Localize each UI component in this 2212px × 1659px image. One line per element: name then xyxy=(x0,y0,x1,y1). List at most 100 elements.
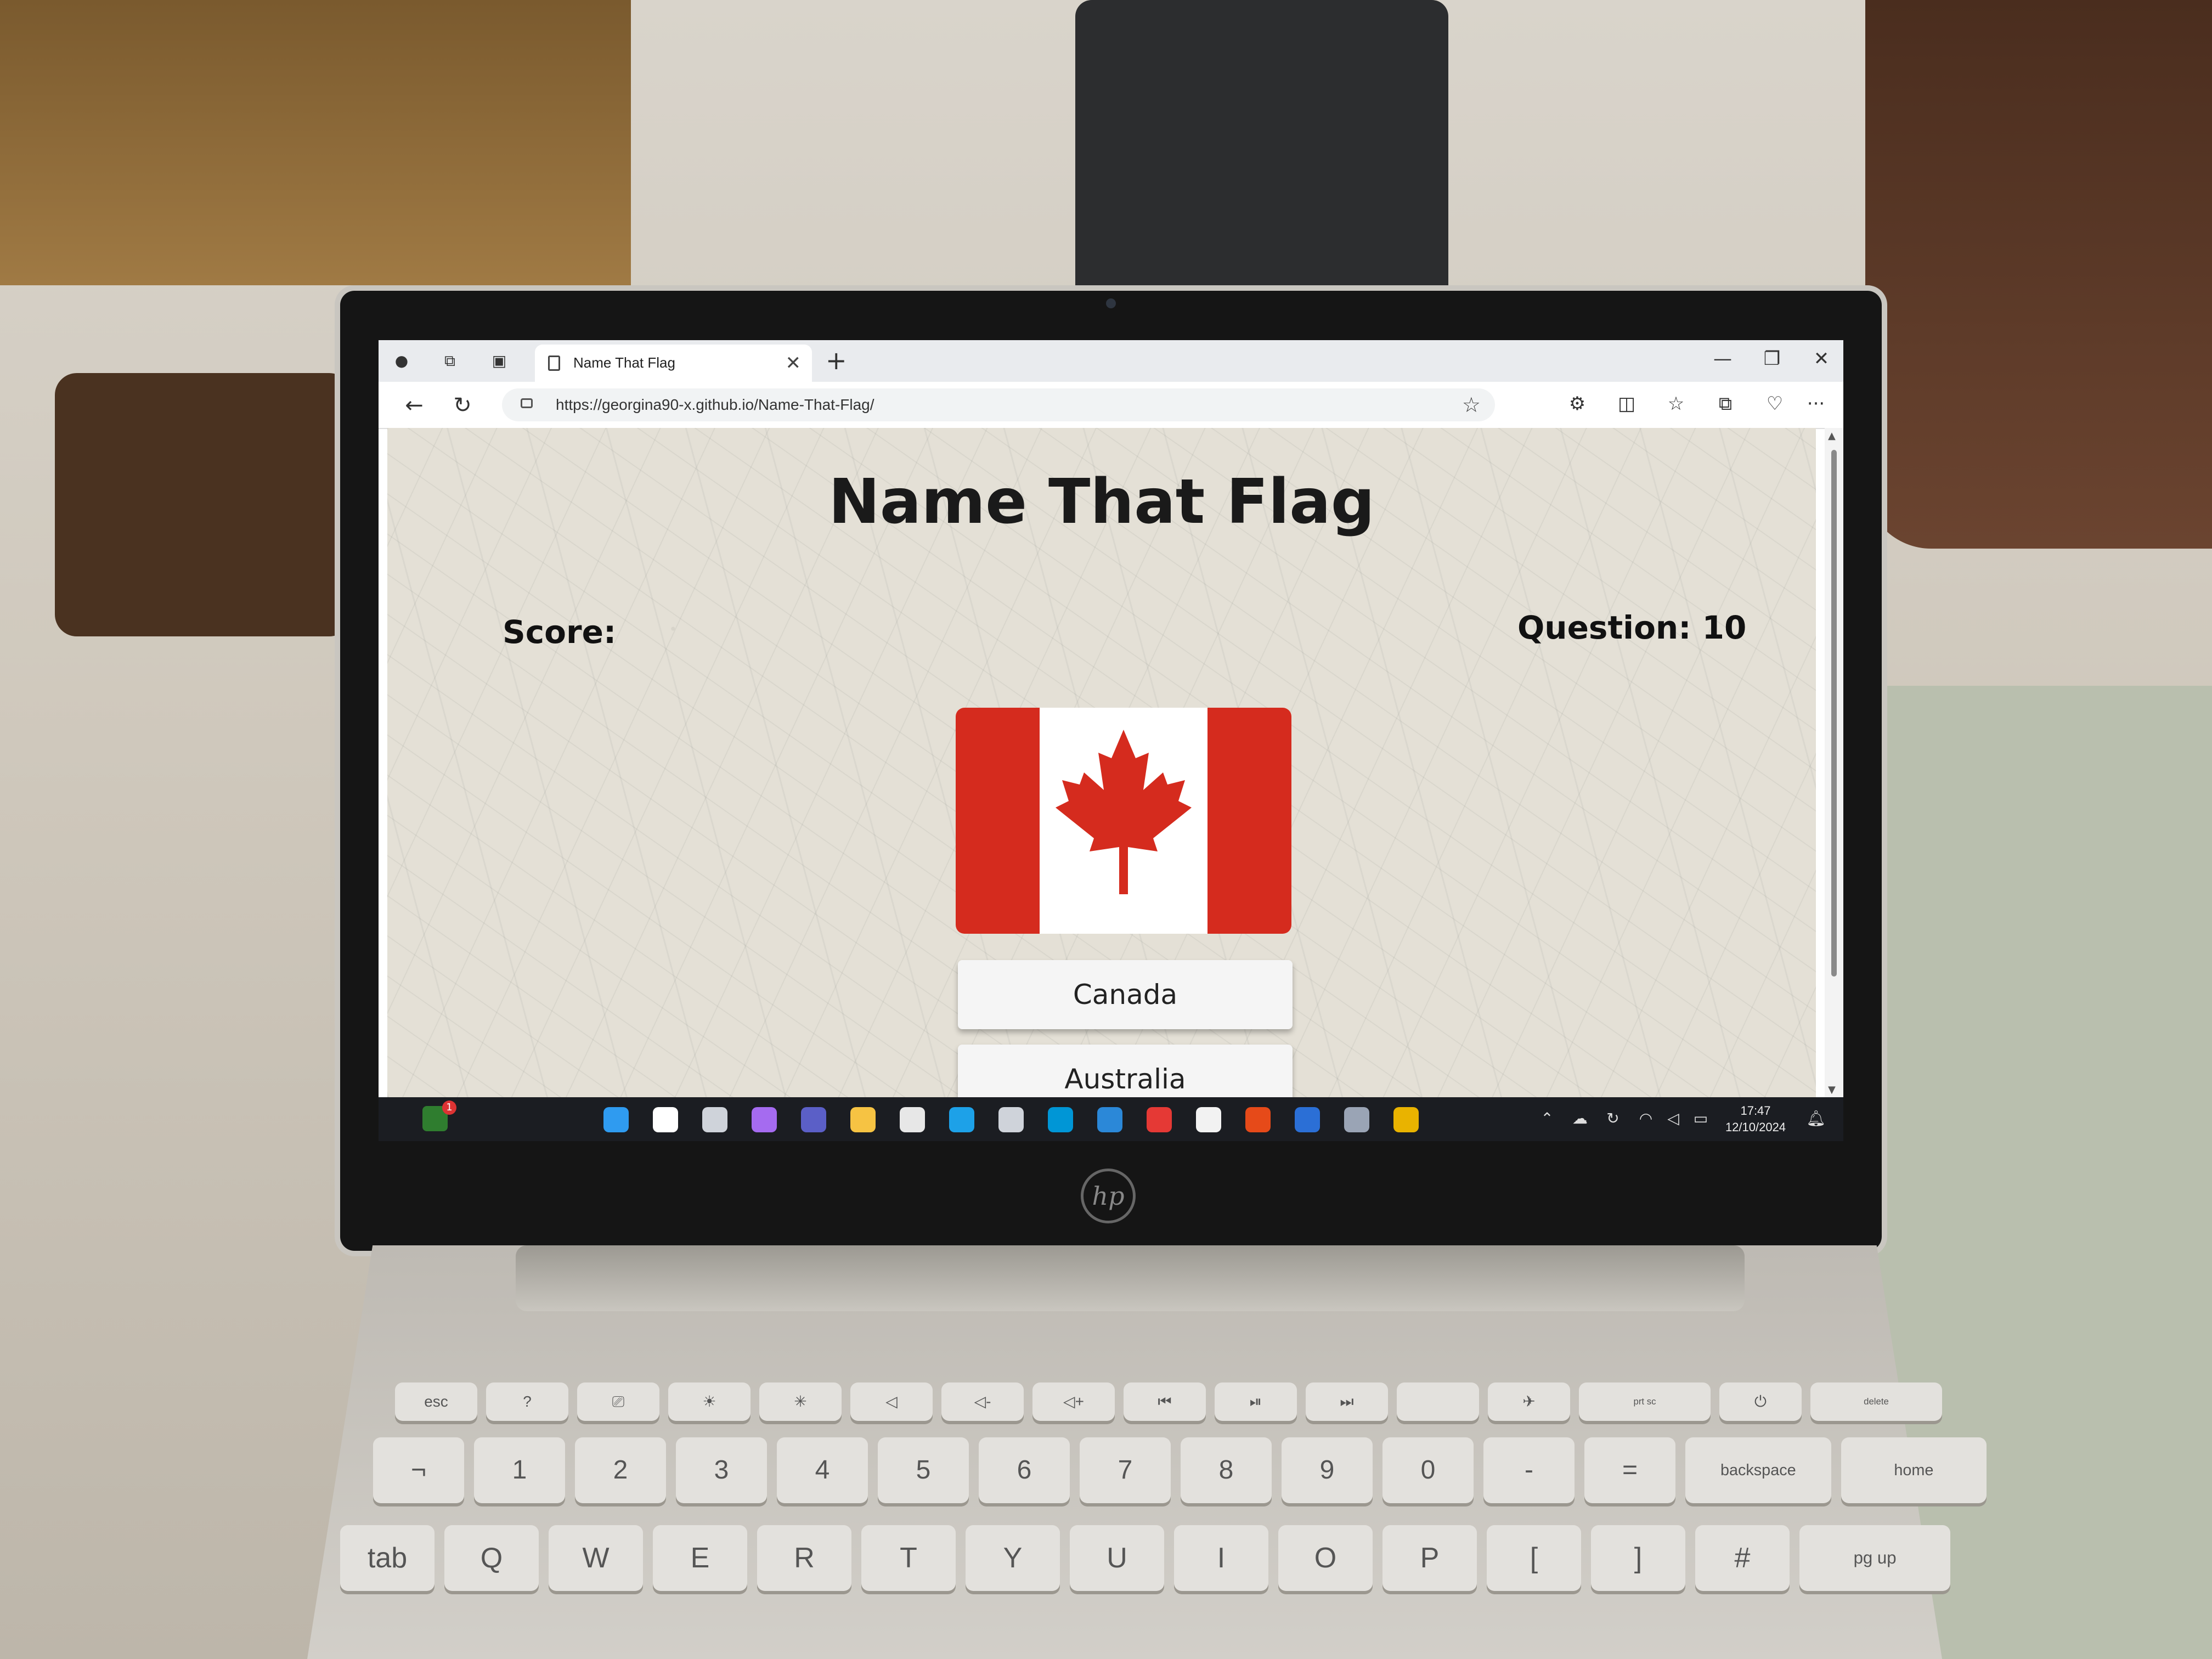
page-icon xyxy=(548,356,560,371)
key-2-11[interactable]: [ xyxy=(1487,1525,1581,1591)
key-1-14[interactable]: home xyxy=(1841,1437,1987,1503)
myhp-icon[interactable] xyxy=(1048,1107,1073,1132)
key-2-14[interactable]: pg up xyxy=(1799,1525,1951,1591)
url-field[interactable]: https://georgina90-x.github.io/Name-That… xyxy=(502,388,1495,421)
key-0-0[interactable]: esc xyxy=(395,1383,477,1421)
key-2-3[interactable]: E xyxy=(653,1525,747,1591)
key-1-2[interactable]: 2 xyxy=(575,1437,666,1503)
key-2-10[interactable]: P xyxy=(1383,1525,1477,1591)
key-0-1[interactable]: ? xyxy=(486,1383,568,1421)
new-tab-button[interactable]: + xyxy=(826,346,847,375)
key-1-13[interactable]: backspace xyxy=(1685,1437,1831,1503)
taskbar-clock[interactable]: 17:47 12/10/2024 xyxy=(1717,1103,1794,1136)
split-screen-icon[interactable]: ◫ xyxy=(1613,393,1640,415)
key-2-8[interactable]: I xyxy=(1174,1525,1268,1591)
gift-icon[interactable] xyxy=(1295,1107,1320,1132)
youtube-icon[interactable] xyxy=(1147,1107,1172,1132)
key-2-13[interactable]: # xyxy=(1695,1525,1790,1591)
chrome-icon[interactable] xyxy=(1393,1107,1419,1132)
favorite-star-icon[interactable]: ☆ xyxy=(1462,393,1481,417)
teams-icon[interactable] xyxy=(801,1107,826,1132)
answer-button-canada[interactable]: Canada xyxy=(958,960,1293,1029)
room-fireplace xyxy=(1075,0,1448,285)
key-0-6[interactable]: ◁- xyxy=(941,1383,1024,1421)
show-hidden-icons[interactable]: ⌃ xyxy=(1536,1109,1558,1127)
key-0-3[interactable]: ☀ xyxy=(668,1383,751,1421)
battery-icon[interactable]: ▭ xyxy=(1690,1109,1712,1127)
office-icon[interactable] xyxy=(1245,1107,1271,1132)
wifi-icon[interactable]: ◠ xyxy=(1635,1109,1657,1127)
key-0-12[interactable]: ✈ xyxy=(1488,1383,1570,1421)
key-0-10[interactable]: ⏭ xyxy=(1306,1383,1388,1421)
key-1-4[interactable]: 4 xyxy=(777,1437,868,1503)
key-0-9[interactable]: ⏯ xyxy=(1215,1383,1297,1421)
scroll-down-icon[interactable]: ▼ xyxy=(1828,1084,1836,1096)
favorites-icon[interactable]: ☆ xyxy=(1662,393,1690,415)
copilot-icon[interactable] xyxy=(752,1107,777,1132)
snipping-icon[interactable] xyxy=(1344,1107,1369,1132)
restore-button[interactable]: ❐ xyxy=(1756,348,1788,370)
key-1-8[interactable]: 8 xyxy=(1181,1437,1272,1503)
page-scrollbar[interactable]: ▲ ▼ xyxy=(1825,428,1843,1097)
key-2-7[interactable]: U xyxy=(1070,1525,1164,1591)
key-1-10[interactable]: 0 xyxy=(1383,1437,1474,1503)
question-counter: Question: 10 xyxy=(1517,609,1747,646)
key-1-12[interactable]: = xyxy=(1584,1437,1675,1503)
browser-essentials-icon[interactable]: ♡ xyxy=(1761,393,1788,415)
key-2-9[interactable]: O xyxy=(1278,1525,1373,1591)
key-0-4[interactable]: ✳ xyxy=(759,1383,842,1421)
canada-flag-image xyxy=(956,708,1291,934)
key-1-5[interactable]: 5 xyxy=(878,1437,969,1503)
key-2-0[interactable]: tab xyxy=(340,1525,435,1591)
back-button[interactable]: ← xyxy=(400,393,428,418)
volume-icon[interactable]: ◁ xyxy=(1662,1109,1684,1127)
key-2-4[interactable]: R xyxy=(757,1525,851,1591)
key-0-8[interactable]: ⏮ xyxy=(1124,1383,1206,1421)
store-icon[interactable] xyxy=(998,1107,1024,1132)
key-2-1[interactable]: Q xyxy=(444,1525,539,1591)
scroll-up-icon[interactable]: ▲ xyxy=(1828,430,1836,442)
key-2-6[interactable]: Y xyxy=(966,1525,1060,1591)
more-menu-icon[interactable]: ··· xyxy=(1805,393,1827,415)
key-1-3[interactable]: 3 xyxy=(676,1437,767,1503)
key-1-6[interactable]: 6 xyxy=(979,1437,1070,1503)
task-view-icon[interactable] xyxy=(702,1107,727,1132)
key-0-2[interactable]: ⎚ xyxy=(577,1383,659,1421)
windows-start-icon[interactable] xyxy=(603,1107,629,1132)
notifications-bell-icon[interactable]: 🔔︎ xyxy=(1805,1109,1827,1127)
key-1-9[interactable]: 9 xyxy=(1282,1437,1373,1503)
key-1-1[interactable]: 1 xyxy=(474,1437,565,1503)
key-1-11[interactable]: - xyxy=(1483,1437,1575,1503)
vertical-tabs-icon[interactable]: ▣ xyxy=(488,350,510,372)
tab-name-that-flag[interactable]: Name That Flag ✕ xyxy=(535,345,812,382)
key-1-0[interactable]: ¬ xyxy=(373,1437,464,1503)
key-0-5[interactable]: ◁ xyxy=(850,1383,933,1421)
help-icon[interactable] xyxy=(1097,1107,1122,1132)
key-0-11[interactable] xyxy=(1397,1383,1479,1421)
extensions-icon[interactable]: ⚙ xyxy=(1564,393,1591,415)
key-2-5[interactable]: T xyxy=(861,1525,956,1591)
sync-icon[interactable]: ↻ xyxy=(1602,1109,1624,1127)
widgets-icon[interactable] xyxy=(900,1107,925,1132)
close-window-button[interactable]: ✕ xyxy=(1805,348,1838,370)
key-0-14[interactable]: ⏻ xyxy=(1719,1383,1802,1421)
edge-icon[interactable] xyxy=(949,1107,974,1132)
key-2-2[interactable]: W xyxy=(549,1525,643,1591)
key-2-12[interactable]: ] xyxy=(1591,1525,1685,1591)
key-0-7[interactable]: ◁+ xyxy=(1032,1383,1115,1421)
amazon-icon[interactable] xyxy=(1196,1107,1221,1132)
key-1-7[interactable]: 7 xyxy=(1080,1437,1171,1503)
onedrive-icon[interactable]: ☁ xyxy=(1569,1109,1591,1127)
refresh-button[interactable]: ↻ xyxy=(449,393,476,418)
key-0-15[interactable]: delete xyxy=(1810,1383,1942,1421)
file-explorer-icon[interactable] xyxy=(850,1107,876,1132)
search-icon[interactable] xyxy=(653,1107,678,1132)
scroll-thumb[interactable] xyxy=(1831,450,1837,977)
workspaces-icon[interactable]: ⧉ xyxy=(439,350,461,372)
minimize-button[interactable]: — xyxy=(1706,348,1739,370)
profile-icon[interactable]: ● xyxy=(391,350,413,372)
answer-button-australia[interactable]: Australia xyxy=(958,1045,1293,1097)
key-0-13[interactable]: prt sc xyxy=(1579,1383,1711,1421)
tab-close-icon[interactable]: ✕ xyxy=(786,352,802,374)
collections-icon[interactable]: ⧉ xyxy=(1712,393,1739,415)
